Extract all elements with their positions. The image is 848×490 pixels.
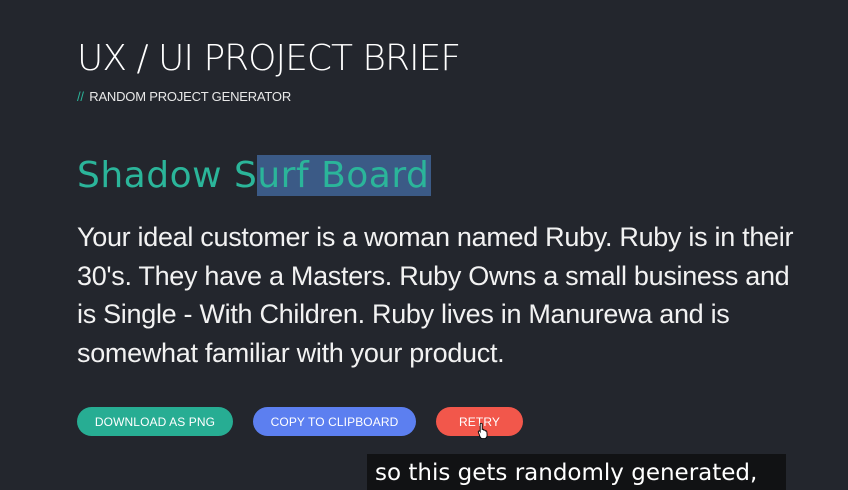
subtitle-prefix: // — [77, 89, 84, 104]
hand-cursor-icon — [477, 423, 488, 439]
project-description: Your ideal customer is a woman named Rub… — [77, 222, 794, 368]
download-png-button[interactable]: DOWNLOAD AS PNG — [77, 407, 233, 436]
project-name-selected-text[interactable]: urf Board — [257, 155, 432, 196]
project-brief-page: UX / UI PROJECT BRIEF // RANDOM PROJECT … — [77, 0, 848, 486]
retry-button[interactable]: RETRY — [436, 407, 523, 439]
page-subtitle: // RANDOM PROJECT GENERATOR — [77, 89, 291, 104]
project-name-unselected[interactable]: Shadow S — [77, 155, 257, 196]
subtitle-text: RANDOM PROJECT GENERATOR — [89, 89, 292, 104]
copy-to-clipboard-button[interactable]: COPY TO CLIPBOARD — [253, 407, 416, 436]
project-name[interactable]: Shadow Surf Board — [77, 153, 432, 199]
page-title: UX / UI PROJECT BRIEF — [77, 38, 461, 79]
action-buttons: DOWNLOAD AS PNG COPY TO CLIPBOARD RETRY — [77, 407, 523, 439]
subtitle-caption: so this gets randomly generated, — [367, 454, 786, 490]
